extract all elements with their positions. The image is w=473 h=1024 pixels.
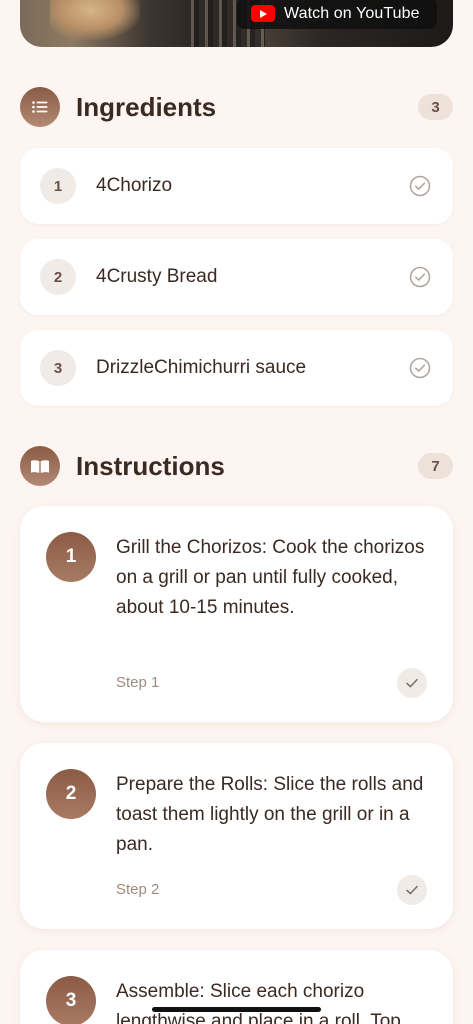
ingredient-item[interactable]: 3 DrizzleChimichurri sauce	[20, 330, 453, 406]
step-text: Assemble: Slice each chorizo lengthwise …	[116, 981, 401, 1024]
ingredient-index: 1	[40, 168, 76, 204]
step-number-badge: 1	[46, 532, 96, 582]
check-circle-icon[interactable]	[409, 266, 431, 288]
youtube-play-icon	[251, 5, 275, 22]
ingredient-name: 4Chorizo	[96, 175, 173, 196]
ingredient-index: 2	[40, 259, 76, 295]
watch-on-youtube-label: Watch on YouTube	[284, 4, 420, 22]
check-icon[interactable]	[397, 668, 427, 698]
instructions-count-badge: 7	[418, 453, 453, 479]
step-label: Step 1	[116, 674, 160, 691]
step-text: Grill the Chorizos: Cook the chorizos on…	[116, 537, 425, 618]
book-open-icon	[20, 446, 60, 486]
step-text: Prepare the Rolls: Slice the rolls and t…	[116, 774, 424, 855]
home-indicator[interactable]	[152, 1007, 321, 1012]
step-number-badge: 3	[46, 976, 96, 1024]
check-circle-icon[interactable]	[409, 357, 431, 379]
check-circle-icon[interactable]	[409, 175, 431, 197]
ingredient-item[interactable]: 1 4Chorizo	[20, 148, 453, 224]
ingredients-count-badge: 3	[418, 94, 453, 120]
watch-on-youtube-button[interactable]: Watch on YouTube	[237, 0, 437, 29]
ingredient-name: DrizzleChimichurri sauce	[96, 357, 307, 378]
step-number-badge: 2	[46, 769, 96, 819]
ingredients-header: Ingredients 3	[20, 87, 453, 127]
ingredient-name: 4Crusty Bread	[96, 266, 218, 287]
instruction-step-card[interactable]: 1 Grill the Chorizos: Cook the chorizos …	[20, 506, 453, 722]
instruction-step-card[interactable]: 2 Prepare the Rolls: Slice the rolls and…	[20, 743, 453, 929]
check-icon[interactable]	[397, 875, 427, 905]
video-thumbnail[interactable]: Watch on YouTube	[20, 0, 453, 47]
instructions-header: Instructions 7	[20, 446, 453, 486]
ingredients-title: Ingredients	[76, 91, 217, 122]
video-frame-image	[50, 0, 140, 40]
ingredient-item[interactable]: 2 4Crusty Bread	[20, 239, 453, 315]
instructions-title: Instructions	[76, 450, 225, 481]
instruction-step-card[interactable]: 3 Assemble: Slice each chorizo lengthwis…	[20, 950, 453, 1024]
ingredient-index: 3	[40, 350, 76, 386]
list-icon	[20, 87, 60, 127]
step-label: Step 2	[116, 881, 160, 898]
